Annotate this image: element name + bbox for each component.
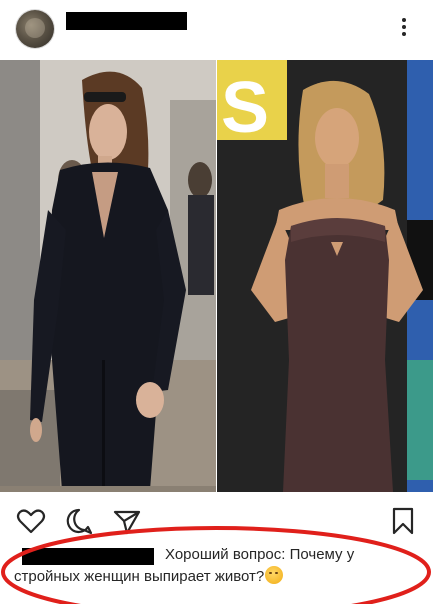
photo-right: S — [217, 60, 433, 492]
avatar[interactable] — [16, 10, 54, 48]
comment: Хороший вопрос: Почему у стройных женщин… — [0, 544, 433, 604]
send-icon[interactable] — [112, 506, 142, 536]
more-vertical-icon[interactable] — [396, 16, 412, 42]
commenter-redacted[interactable] — [22, 548, 154, 565]
action-bar — [0, 500, 433, 540]
photo-left — [0, 60, 216, 492]
backdrop-letter: S — [221, 68, 269, 148]
smirking-face-emoji — [265, 566, 284, 584]
post-photo[interactable]: S — [0, 60, 433, 492]
username-redacted[interactable] — [66, 12, 187, 30]
post-header — [0, 0, 433, 60]
heart-icon[interactable] — [16, 506, 46, 536]
comment-icon[interactable] — [64, 506, 94, 536]
bookmark-icon[interactable] — [388, 506, 418, 536]
